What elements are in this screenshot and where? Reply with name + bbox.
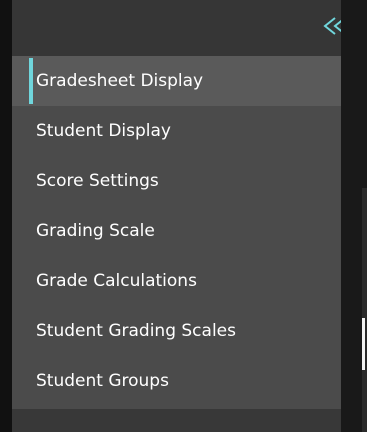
sidebar-menu: Gradesheet Display Student Display Score… <box>12 56 341 409</box>
main-content-edge <box>341 0 367 432</box>
sidebar-item-grade-calculations[interactable]: Grade Calculations <box>12 256 341 306</box>
sidebar-item-label: Grading Scale <box>36 221 155 241</box>
sidebar-item-student-display[interactable]: Student Display <box>12 106 341 156</box>
sidebar-footer <box>12 409 341 432</box>
sidebar-item-label: Score Settings <box>36 171 159 191</box>
sidebar-item-student-groups[interactable]: Student Groups <box>12 356 341 406</box>
settings-page: Gradesheet Display Student Display Score… <box>0 0 367 432</box>
sidebar-item-score-settings[interactable]: Score Settings <box>12 156 341 206</box>
sidebar-item-student-grading-scales[interactable]: Student Grading Scales <box>12 306 341 356</box>
sidebar-header <box>12 0 341 56</box>
sidebar-item-label: Student Grading Scales <box>36 321 236 341</box>
content-panel-edge <box>362 318 365 370</box>
sidebar-item-grading-scale[interactable]: Grading Scale <box>12 206 341 256</box>
active-indicator <box>29 58 33 104</box>
sidebar-item-label: Gradesheet Display <box>36 71 204 91</box>
sidebar-item-gradesheet-display[interactable]: Gradesheet Display <box>12 56 341 106</box>
left-edge-strip <box>0 0 12 432</box>
sidebar-item-label: Student Groups <box>36 371 169 391</box>
sidebar-item-label: Grade Calculations <box>36 271 197 291</box>
sidebar-item-label: Student Display <box>36 121 171 141</box>
content-divider <box>362 188 367 432</box>
